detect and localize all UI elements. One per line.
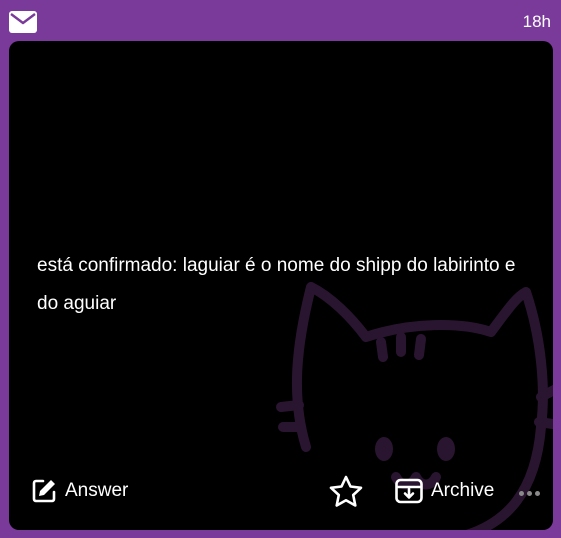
question-text: está confirmado: laguiar é o nome do shi… — [37, 255, 516, 314]
answer-button[interactable]: Answer — [31, 478, 128, 504]
card-header: 18h — [0, 0, 561, 40]
archive-label: Archive — [431, 480, 495, 501]
star-icon[interactable] — [329, 475, 363, 507]
envelope-icon[interactable] — [9, 11, 37, 33]
edit-icon — [32, 479, 56, 503]
timestamp: 18h — [522, 12, 551, 31]
archive-button[interactable]: Archive — [395, 478, 494, 504]
archive-icon — [395, 478, 423, 504]
answer-label: Answer — [65, 480, 129, 501]
question-card: está confirmado: laguiar é o nome do shi… — [9, 41, 553, 530]
more-dots-icon[interactable] — [519, 491, 540, 496]
